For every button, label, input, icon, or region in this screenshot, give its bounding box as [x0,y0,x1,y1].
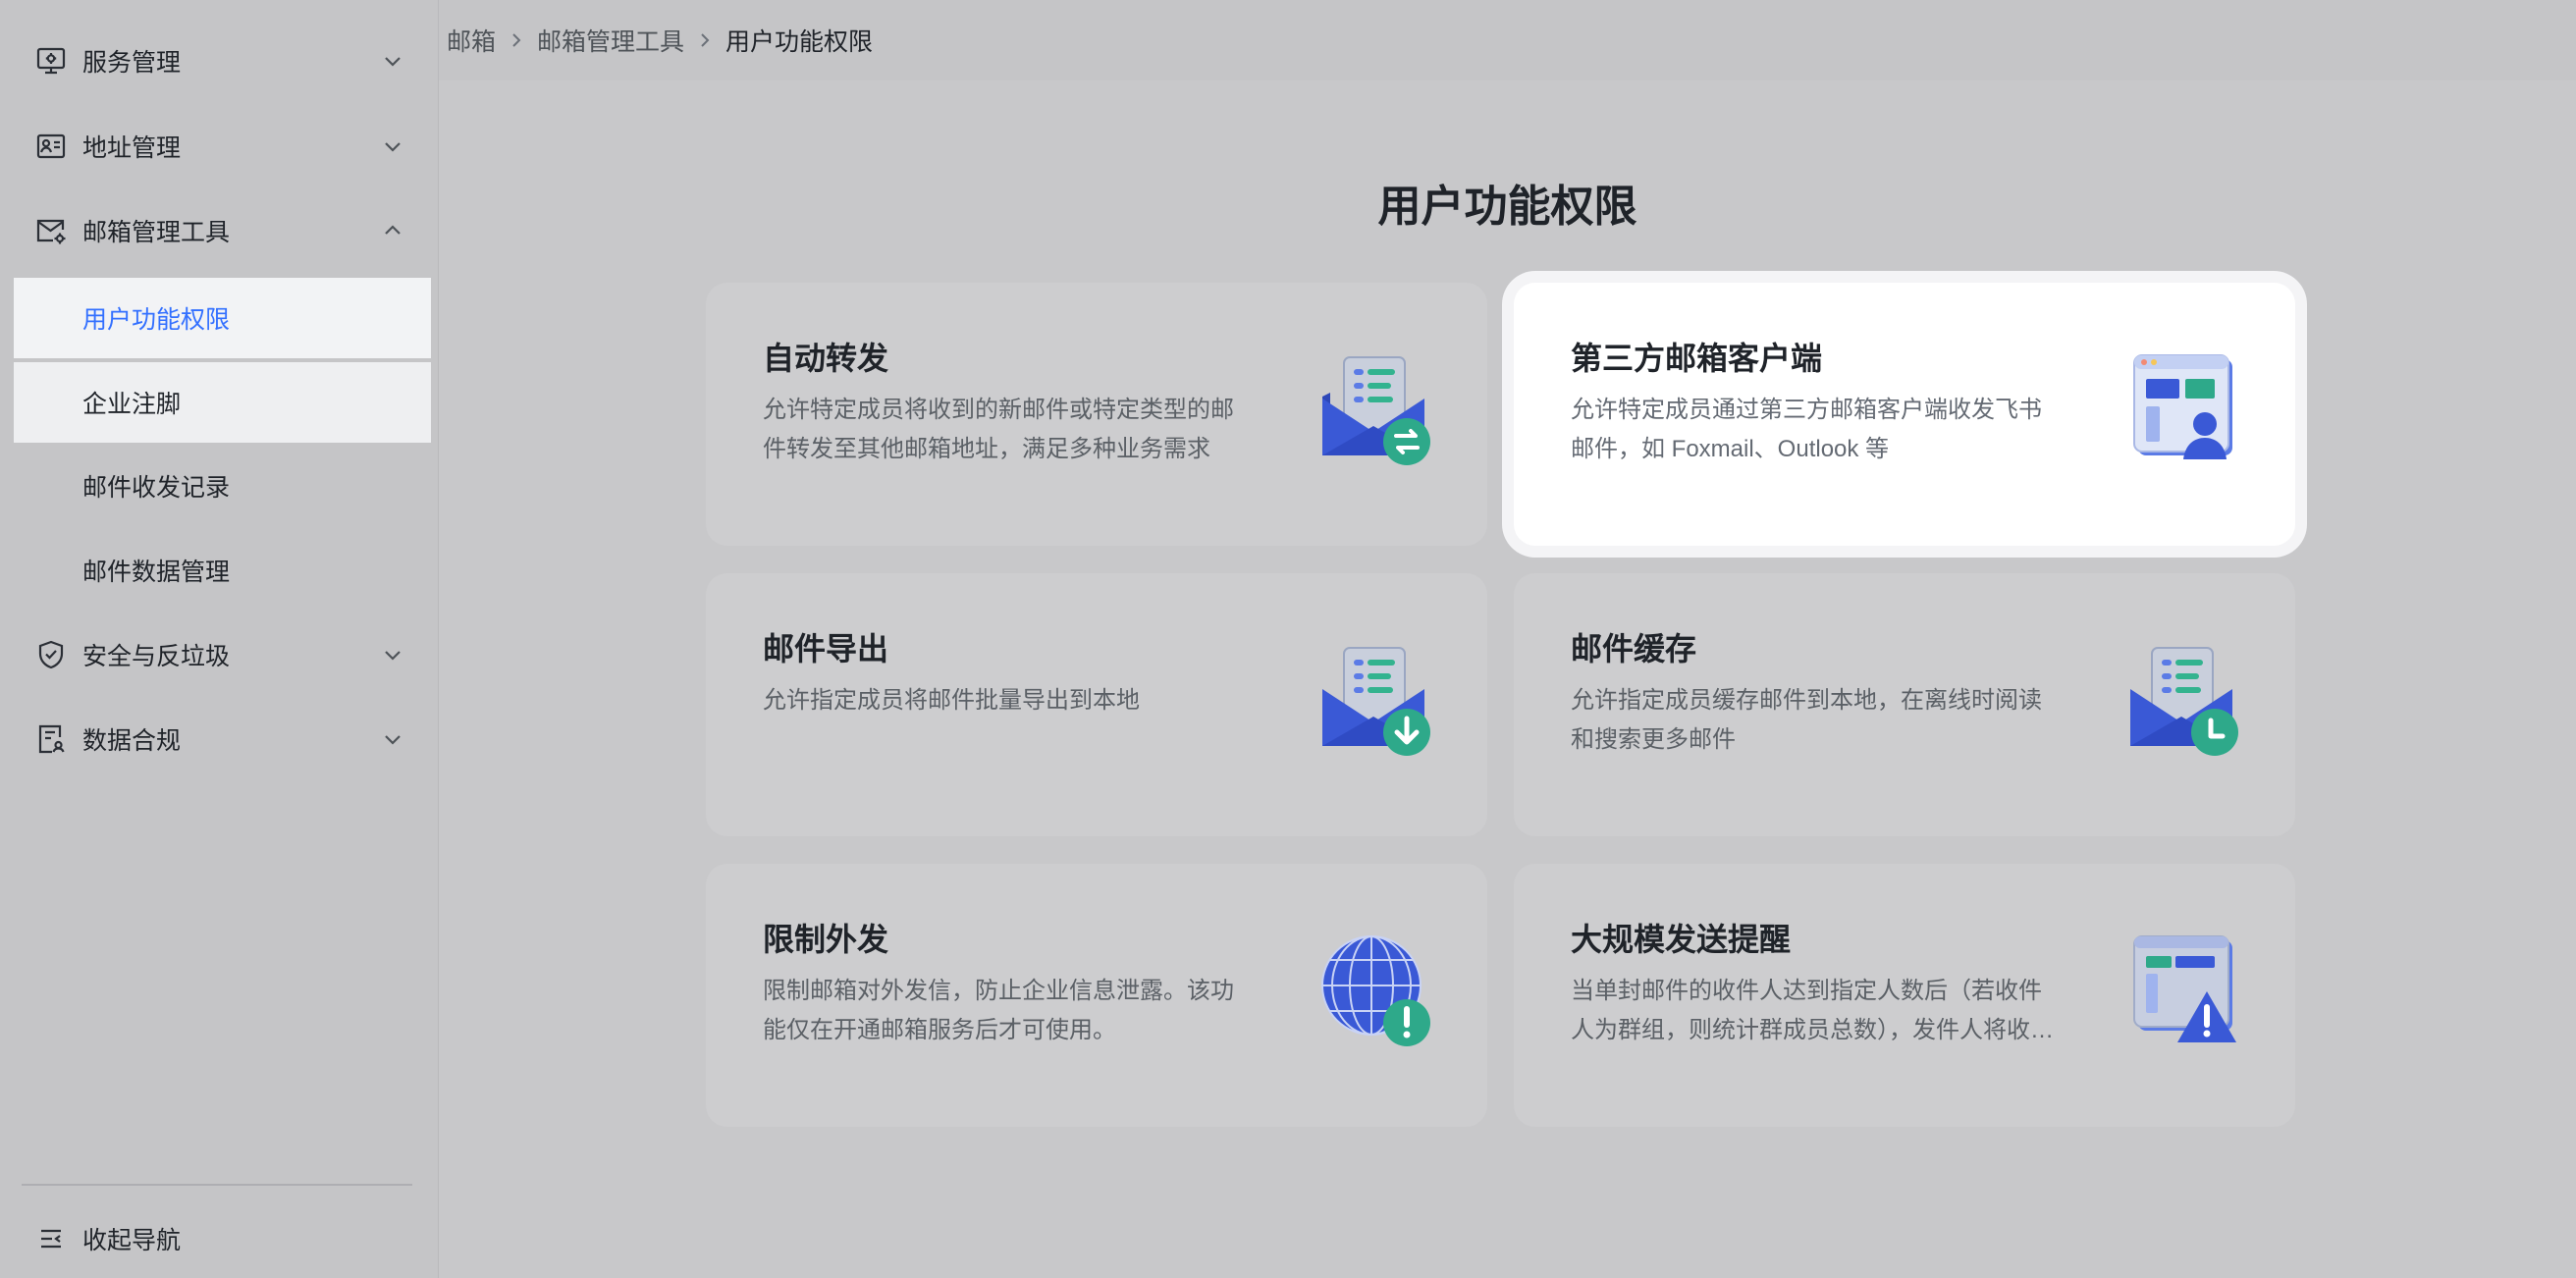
breadcrumb-item-mail-tools[interactable]: 邮箱管理工具 [537,23,684,58]
mail-settings-icon [33,213,69,248]
collapse-menu-icon [33,1221,69,1256]
sidebar-item-user-permissions[interactable]: 用户功能权限 [14,278,431,358]
sidebar-group-security[interactable]: 安全与反垃圾 [14,619,431,690]
sidebar-group-label: 安全与反垃圾 [82,643,231,670]
page-title: 用户功能权限 [1377,183,1637,231]
card-description: 限制邮箱对外发信，防止企业信息泄露。该功能仅在开通邮箱服务后才可使用。 [763,978,1234,1043]
sidebar-divider [22,1184,412,1186]
main-content: 用户功能权限 自动转发 允许特定成员将收到的新邮件或特定类型的邮件转发至其他邮箱… [439,80,2576,1278]
card-title: 邮件导出 [763,631,889,666]
chevron-down-icon [378,46,407,76]
mail-cache-icon [2124,640,2246,762]
sidebar-item-label: 邮件收发记录 [82,474,231,502]
card-description: 允许特定成员将收到的新邮件或特定类型的邮件转发至其他邮箱地址，满足多种业务需求 [763,397,1234,462]
sidebar-item-label: 用户功能权限 [82,306,231,334]
bulk-send-warning-icon [2124,931,2246,1052]
sidebar-item-label: 企业注脚 [82,391,182,418]
feature-card-bulk-send-alert[interactable]: 大规模发送提醒 当单封邮件的收件人达到指定人数后（若收件人为群组，则统计群成员总… [1514,864,2295,1127]
card-title: 大规模发送提醒 [1571,922,1792,957]
feature-card-auto-forward[interactable]: 自动转发 允许特定成员将收到的新邮件或特定类型的邮件转发至其他邮箱地址，满足多种… [706,283,1487,546]
sidebar-item-label: 邮件数据管理 [82,559,231,586]
card-description: 当单封邮件的收件人达到指定人数后（若收件人为群组，则统计群成员总数），发件人将收… [1571,978,2054,1043]
sidebar-group-address[interactable]: 地址管理 [14,111,431,182]
card-title: 自动转发 [763,341,889,376]
compliance-document-icon [33,721,69,757]
chevron-down-icon [378,640,407,669]
sidebar-group-label: 地址管理 [82,134,182,162]
sidebar-group-label: 服务管理 [82,49,182,77]
breadcrumb-item-mailbox[interactable]: 邮箱 [447,23,496,58]
card-title: 第三方邮箱客户端 [1571,341,1823,376]
sidebar-group-mail-tools[interactable]: 邮箱管理工具 [14,195,431,266]
breadcrumb: 邮箱 邮箱管理工具 用户功能权限 [439,0,2576,80]
sidebar-group-label: 数据合规 [82,727,182,755]
chevron-up-icon [378,216,407,245]
shield-check-icon [33,637,69,672]
chevron-right-icon [506,29,527,51]
monitor-settings-icon [33,43,69,79]
address-card-icon [33,129,69,164]
mail-forward-icon [1316,349,1438,471]
sidebar: 服务管理 地址管理 邮箱管理工具 用户功能权限 企业注脚 邮件收发记录 邮件数据… [0,0,439,1278]
sidebar-item-company-footer[interactable]: 企业注脚 [14,362,431,443]
feature-card-mail-cache[interactable]: 邮件缓存 允许指定成员缓存邮件到本地，在离线时阅读和搜索更多邮件 [1514,573,2295,836]
collapse-nav-button[interactable]: 收起导航 [14,1203,431,1274]
sidebar-group-service[interactable]: 服务管理 [14,26,431,96]
card-title: 邮件缓存 [1571,631,1697,666]
chevron-down-icon [378,132,407,161]
breadcrumb-item-current: 用户功能权限 [725,28,874,56]
card-title: 限制外发 [763,922,889,957]
third-party-client-icon [2124,349,2246,471]
mail-export-icon [1316,640,1438,762]
sidebar-item-mail-logs[interactable]: 邮件收发记录 [14,446,431,526]
card-description: 允许指定成员缓存邮件到本地，在离线时阅读和搜索更多邮件 [1571,687,2042,753]
sidebar-item-mail-data[interactable]: 邮件数据管理 [14,530,431,611]
feature-card-restrict-outbound[interactable]: 限制外发 限制邮箱对外发信，防止企业信息泄露。该功能仅在开通邮箱服务后才可使用。 [706,864,1487,1127]
chevron-down-icon [378,724,407,754]
chevron-right-icon [694,29,716,51]
collapse-nav-label: 收起导航 [82,1227,182,1254]
sidebar-group-label: 邮箱管理工具 [82,219,231,246]
card-description: 允许特定成员通过第三方邮箱客户端收发飞书邮件，如 Foxmail、Outlook… [1571,397,2042,462]
globe-warning-icon [1316,931,1438,1052]
card-description: 允许指定成员将邮件批量导出到本地 [763,687,1140,714]
sidebar-group-compliance[interactable]: 数据合规 [14,704,431,774]
feature-card-mail-export[interactable]: 邮件导出 允许指定成员将邮件批量导出到本地 [706,573,1487,836]
feature-card-third-party-client[interactable]: 第三方邮箱客户端 允许特定成员通过第三方邮箱客户端收发飞书邮件，如 Foxmai… [1514,283,2295,546]
